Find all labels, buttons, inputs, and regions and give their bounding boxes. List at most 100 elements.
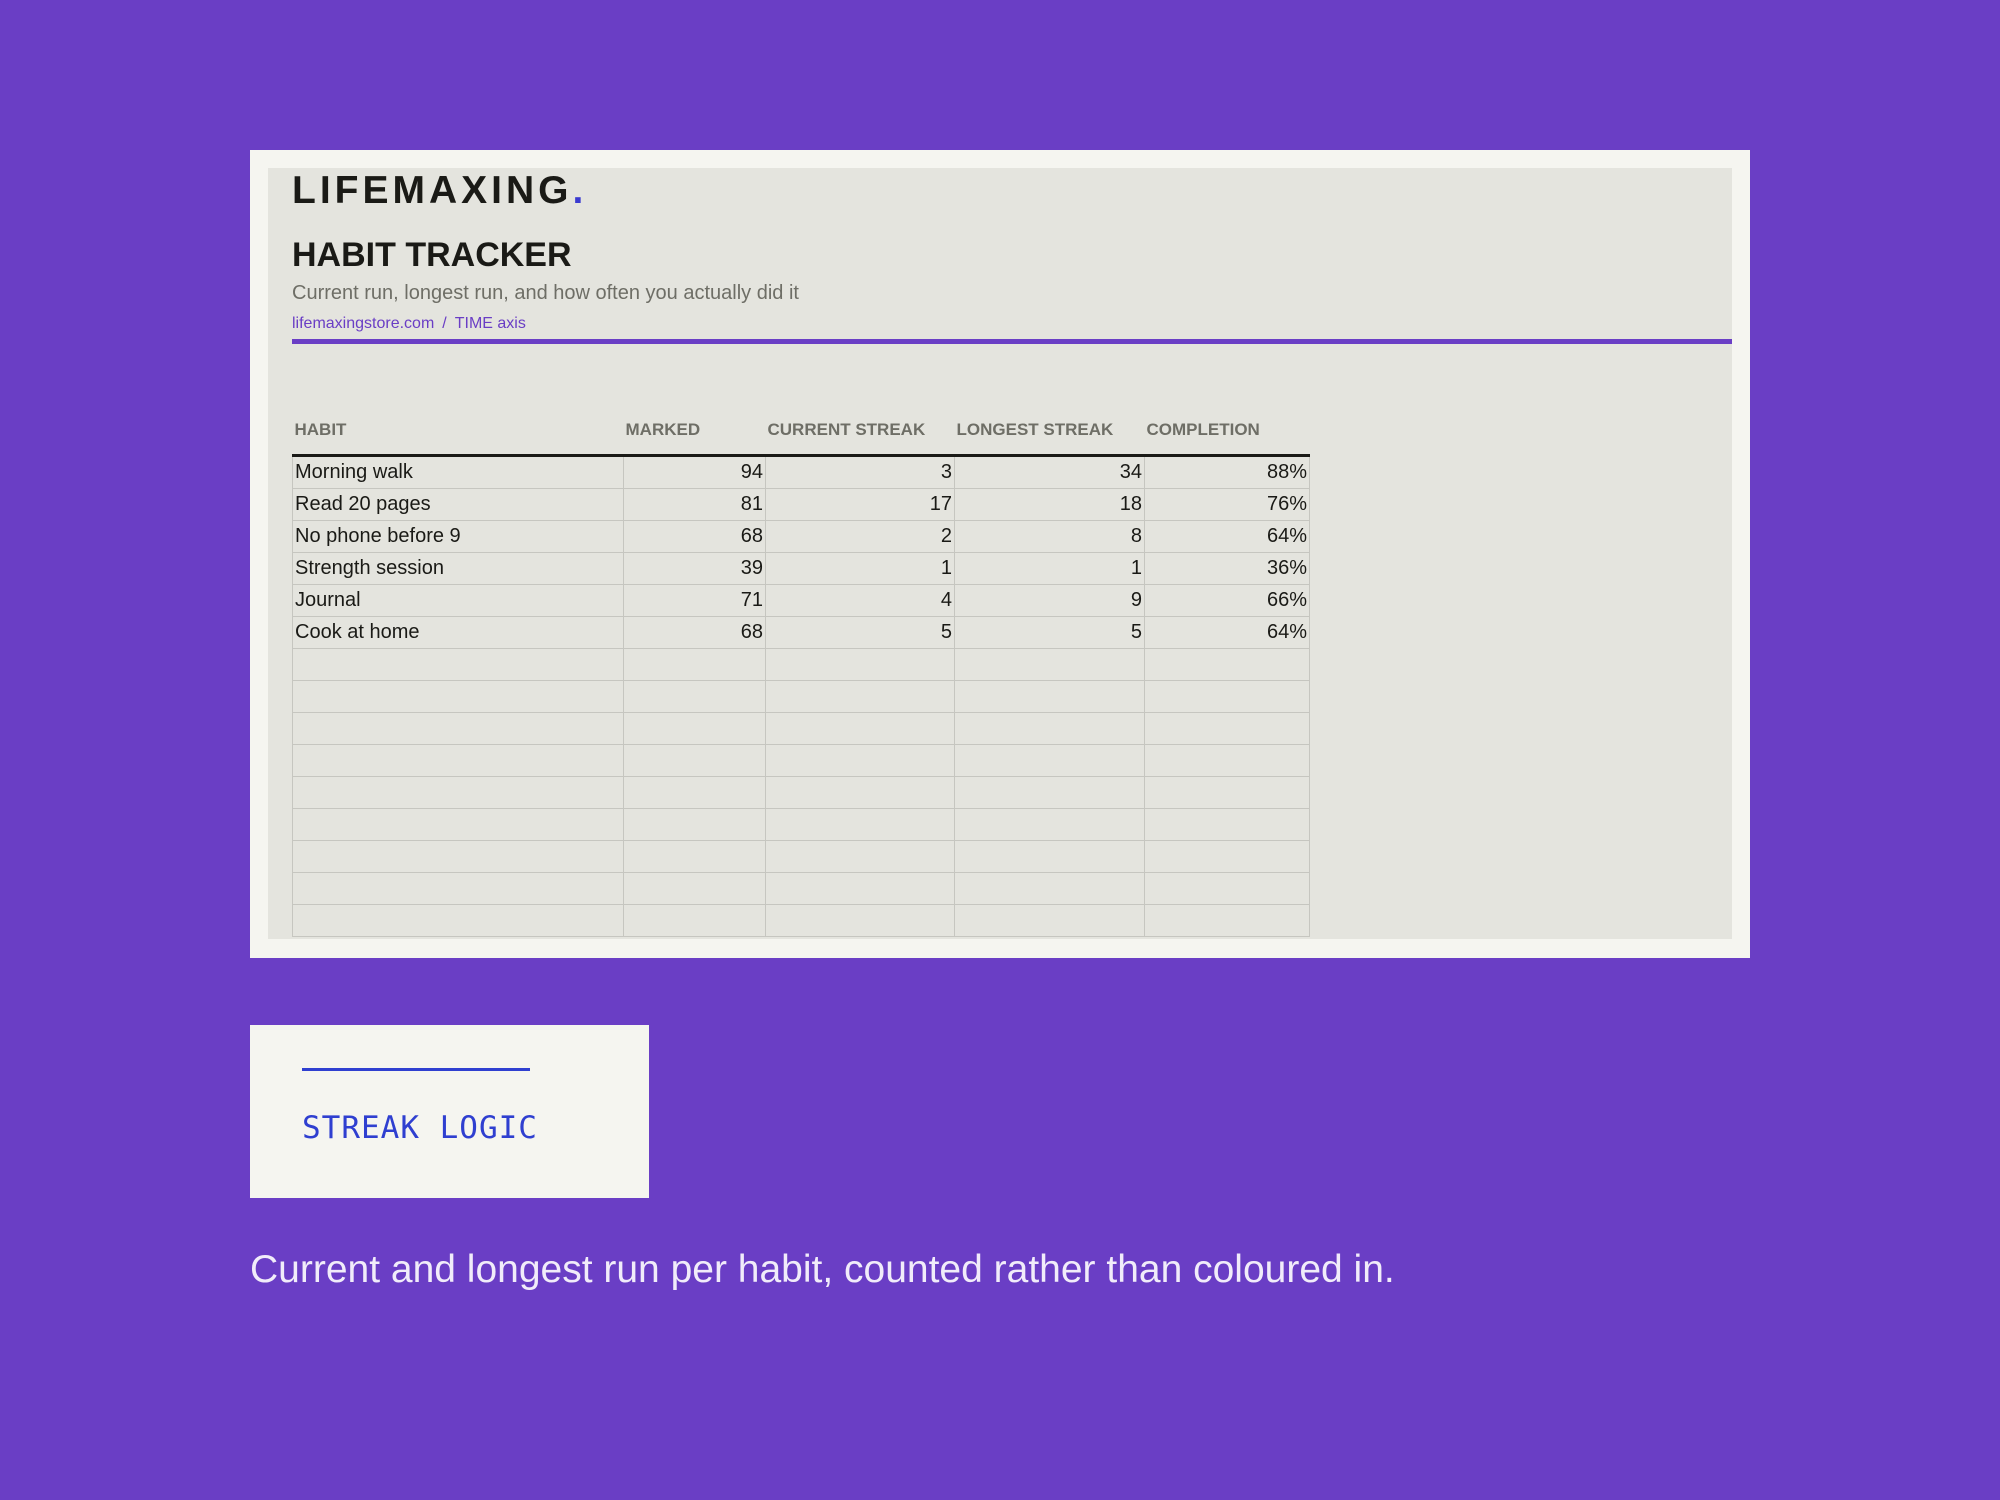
- table-row[interactable]: Read 20 pages 81 17 18 76%: [292, 488, 1310, 521]
- value-cell[interactable]: [765, 680, 955, 713]
- value-cell[interactable]: [623, 904, 766, 937]
- page-title: HABIT TRACKER: [292, 236, 572, 274]
- habit-cell[interactable]: Journal: [292, 584, 624, 617]
- habit-cell[interactable]: [292, 904, 624, 937]
- value-cell[interactable]: [765, 712, 955, 745]
- table-row[interactable]: Cook at home 68 5 5 64%: [292, 616, 1310, 649]
- value-cell[interactable]: 9: [954, 584, 1145, 617]
- value-cell[interactable]: 5: [765, 616, 955, 649]
- breadcrumb-time-axis[interactable]: TIME axis: [455, 315, 526, 332]
- column-header[interactable]: COMPLETION: [1144, 408, 1310, 457]
- habit-cell[interactable]: [292, 744, 624, 777]
- column-header[interactable]: LONGEST STREAK: [954, 408, 1145, 457]
- value-cell[interactable]: 2: [765, 520, 955, 553]
- habit-cell[interactable]: Cook at home: [292, 616, 624, 649]
- value-cell[interactable]: 36%: [1144, 552, 1310, 585]
- table-row[interactable]: Journal 71 4 9 66%: [292, 584, 1310, 617]
- value-cell[interactable]: [623, 872, 766, 905]
- table-row[interactable]: [292, 872, 1310, 905]
- value-cell[interactable]: [765, 904, 955, 937]
- habit-cell[interactable]: [292, 712, 624, 745]
- value-cell[interactable]: 71: [623, 584, 766, 617]
- value-cell[interactable]: 4: [765, 584, 955, 617]
- value-cell[interactable]: 1: [765, 552, 955, 585]
- habit-cell[interactable]: [292, 840, 624, 873]
- value-cell[interactable]: 8: [954, 520, 1145, 553]
- breadcrumb-site-link[interactable]: lifemaxingstore.com: [292, 315, 434, 332]
- value-cell[interactable]: [623, 648, 766, 681]
- table-row[interactable]: [292, 680, 1310, 713]
- table-row[interactable]: Morning walk 94 3 34 88%: [292, 455, 1310, 489]
- table-row[interactable]: [292, 808, 1310, 841]
- value-cell[interactable]: 5: [954, 616, 1145, 649]
- column-header[interactable]: CURRENT STREAK: [765, 408, 955, 457]
- habit-cell[interactable]: [292, 648, 624, 681]
- habit-cell[interactable]: [292, 680, 624, 713]
- value-cell[interactable]: [954, 840, 1145, 873]
- value-cell[interactable]: 64%: [1144, 616, 1310, 649]
- value-cell[interactable]: [765, 776, 955, 809]
- value-cell[interactable]: [954, 872, 1145, 905]
- value-cell[interactable]: [765, 872, 955, 905]
- value-cell[interactable]: [954, 712, 1145, 745]
- value-cell[interactable]: [954, 776, 1145, 809]
- value-cell[interactable]: 18: [954, 488, 1145, 521]
- value-cell[interactable]: [623, 808, 766, 841]
- value-cell[interactable]: 81: [623, 488, 766, 521]
- habit-cell[interactable]: No phone before 9: [292, 520, 624, 553]
- streak-logic-rule: [302, 1068, 530, 1071]
- value-cell[interactable]: 94: [623, 455, 766, 489]
- column-header[interactable]: MARKED: [623, 408, 766, 457]
- value-cell[interactable]: 68: [623, 520, 766, 553]
- value-cell[interactable]: 76%: [1144, 488, 1310, 521]
- table-row[interactable]: No phone before 9 68 2 8 64%: [292, 520, 1310, 553]
- value-cell[interactable]: [954, 744, 1145, 777]
- value-cell[interactable]: 66%: [1144, 584, 1310, 617]
- habit-cell[interactable]: [292, 776, 624, 809]
- value-cell[interactable]: [954, 648, 1145, 681]
- value-cell[interactable]: [765, 648, 955, 681]
- value-cell[interactable]: [954, 904, 1145, 937]
- column-header[interactable]: HABIT: [292, 408, 624, 457]
- table-row[interactable]: Strength session 39 1 1 36%: [292, 552, 1310, 585]
- value-cell[interactable]: [623, 776, 766, 809]
- value-cell[interactable]: [954, 808, 1145, 841]
- value-cell[interactable]: [954, 680, 1145, 713]
- table-row[interactable]: [292, 904, 1310, 937]
- value-cell[interactable]: [1144, 776, 1310, 809]
- value-cell[interactable]: 68: [623, 616, 766, 649]
- value-cell[interactable]: [1144, 712, 1310, 745]
- value-cell[interactable]: [623, 840, 766, 873]
- value-cell[interactable]: [765, 808, 955, 841]
- table-row[interactable]: [292, 648, 1310, 681]
- value-cell[interactable]: 1: [954, 552, 1145, 585]
- habit-cell[interactable]: Strength session: [292, 552, 624, 585]
- habit-cell[interactable]: Morning walk: [292, 455, 624, 489]
- table-row[interactable]: [292, 840, 1310, 873]
- value-cell[interactable]: [1144, 840, 1310, 873]
- header-divider: [292, 339, 1732, 344]
- value-cell[interactable]: [1144, 648, 1310, 681]
- value-cell[interactable]: [623, 744, 766, 777]
- table-row[interactable]: [292, 712, 1310, 745]
- value-cell[interactable]: 39: [623, 552, 766, 585]
- value-cell[interactable]: 3: [765, 455, 955, 489]
- habit-cell[interactable]: [292, 808, 624, 841]
- value-cell[interactable]: [765, 840, 955, 873]
- value-cell[interactable]: [1144, 744, 1310, 777]
- value-cell[interactable]: [1144, 904, 1310, 937]
- value-cell[interactable]: 88%: [1144, 455, 1310, 489]
- value-cell[interactable]: [623, 680, 766, 713]
- value-cell[interactable]: 17: [765, 488, 955, 521]
- value-cell[interactable]: [623, 712, 766, 745]
- value-cell[interactable]: 64%: [1144, 520, 1310, 553]
- table-row[interactable]: [292, 776, 1310, 809]
- table-row[interactable]: [292, 744, 1310, 777]
- value-cell[interactable]: 34: [954, 455, 1145, 489]
- value-cell[interactable]: [765, 744, 955, 777]
- habit-cell[interactable]: [292, 872, 624, 905]
- habit-cell[interactable]: Read 20 pages: [292, 488, 624, 521]
- value-cell[interactable]: [1144, 808, 1310, 841]
- value-cell[interactable]: [1144, 680, 1310, 713]
- value-cell[interactable]: [1144, 872, 1310, 905]
